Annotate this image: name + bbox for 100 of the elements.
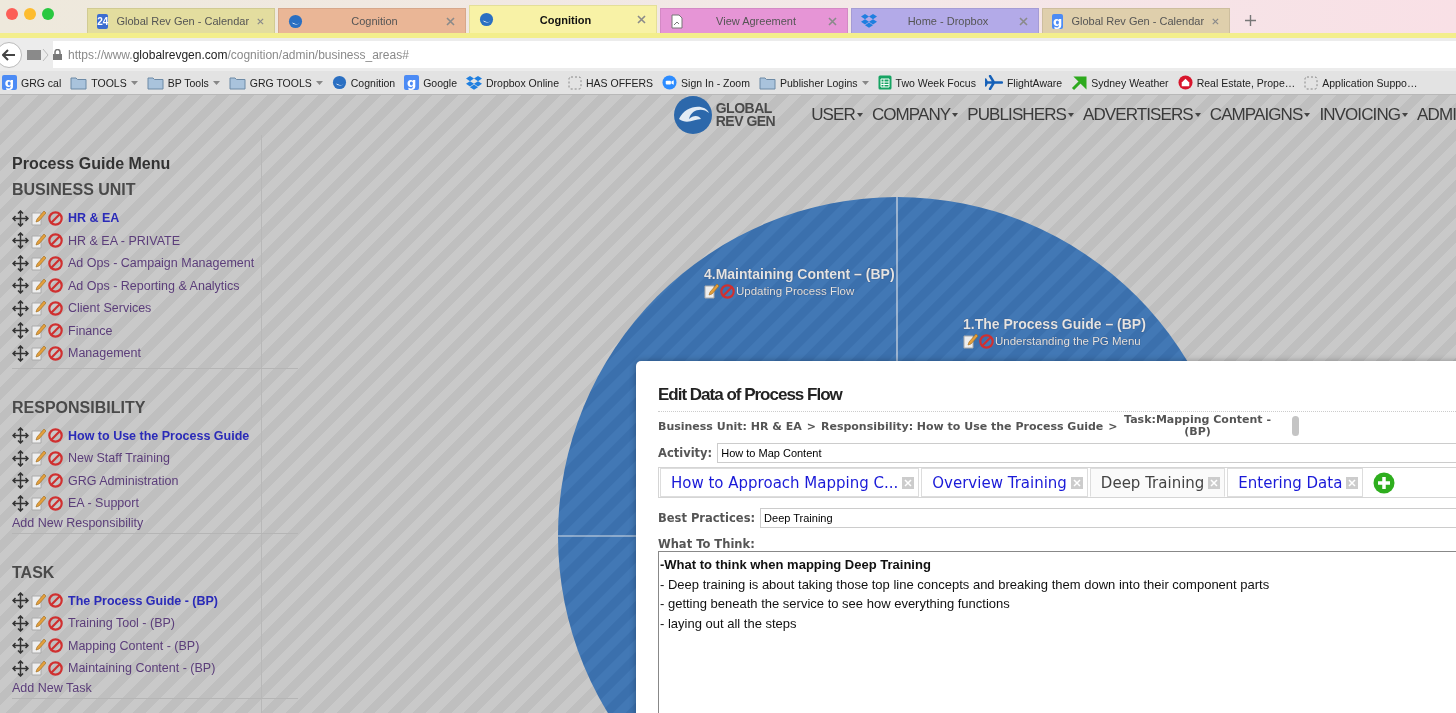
bookmark[interactable]: TOOLS (70, 75, 138, 90)
stage-item[interactable]: Understanding the PG Menu (995, 335, 1141, 347)
bookmark[interactable]: Dropbox Online (466, 75, 559, 90)
nav-menu[interactable]: PUBLISHERS (967, 105, 1074, 125)
browser-tab[interactable]: Cognition (469, 5, 657, 33)
back-button[interactable] (0, 41, 22, 68)
bookmark[interactable]: Publisher Logins (758, 75, 869, 90)
nav-menu[interactable]: CAMPAIGNS (1209, 105, 1311, 125)
bookmark[interactable]: BP Tools (146, 75, 220, 90)
delete-icon[interactable] (48, 300, 63, 316)
close-icon[interactable] (902, 476, 915, 489)
delete-icon[interactable] (48, 593, 63, 609)
close-icon[interactable] (828, 16, 837, 26)
delete-icon[interactable] (48, 428, 63, 444)
move-icon[interactable] (12, 232, 29, 250)
bookmark[interactable]: FlightAware (984, 75, 1063, 90)
menu-item[interactable]: HR & EA - PRIVATE (68, 233, 181, 248)
delete-icon[interactable] (48, 615, 63, 631)
delete-icon[interactable] (48, 323, 63, 339)
menu-item[interactable]: EA - Support (68, 496, 139, 511)
bookmark[interactable]: Sydney Weather (1071, 74, 1169, 91)
content-tab[interactable]: How to Approach Mapping C... (660, 468, 920, 497)
nav-menu[interactable]: INVOICING (1319, 105, 1409, 125)
bookmark[interactable]: HAS OFFERS (568, 75, 654, 90)
content-tab[interactable]: Entering Data (1227, 468, 1364, 497)
bookmark[interactable]: Two Week Focus (877, 75, 976, 90)
move-icon[interactable] (12, 209, 29, 227)
menu-item[interactable]: HR & EA (68, 211, 120, 226)
browser-tab[interactable]: View Agreement (660, 8, 848, 33)
close-icon[interactable] (1208, 476, 1221, 489)
content-tab[interactable]: Overview Training (921, 468, 1088, 497)
bookmark[interactable]: Sign In - Zoom (662, 75, 750, 90)
move-icon[interactable] (12, 299, 29, 317)
delete-icon[interactable] (48, 450, 63, 466)
delete-icon[interactable] (48, 638, 63, 654)
menu-item[interactable]: How to Use the Process Guide (68, 428, 250, 443)
menu-item[interactable]: New Staff Training (68, 451, 170, 466)
stage-item[interactable]: Updating Process Flow (736, 285, 855, 297)
move-icon[interactable] (12, 427, 29, 445)
close-icon[interactable] (1346, 476, 1359, 489)
menu-item[interactable]: Ad Ops - Reporting & Analytics (68, 278, 240, 293)
menu-item[interactable]: Management (68, 346, 141, 361)
delete-icon[interactable] (48, 660, 63, 676)
zoom-window-button[interactable] (42, 8, 54, 20)
close-icon[interactable] (1212, 16, 1219, 26)
move-icon[interactable] (12, 344, 29, 362)
text-editor[interactable]: -What to think when mapping Deep Training - Deep training is about taking those top line concepts and breaking them down into their component parts - getting beneath the service to see how everything functions - laying out all the steps (658, 551, 1456, 713)
menu-item[interactable]: Mapping Content - (BP) (68, 638, 200, 653)
close-icon[interactable] (1019, 16, 1028, 26)
bookmark[interactable]: GRG TOOLS (228, 75, 323, 90)
sidebar-toggle-icon[interactable] (27, 47, 49, 62)
pencil-icon[interactable] (704, 283, 719, 299)
content-tab[interactable]: Deep Training (1089, 468, 1226, 497)
bookmark[interactable]: Real Estate, Prope… (1177, 75, 1296, 90)
menu-item[interactable]: Finance (68, 323, 113, 338)
move-icon[interactable] (12, 659, 29, 677)
delete-icon[interactable] (48, 495, 63, 511)
delete-icon[interactable] (48, 210, 63, 226)
delete-icon[interactable] (48, 345, 63, 361)
delete-icon[interactable] (48, 473, 63, 489)
browser-tab[interactable]: g Global Rev Gen - Calendar (1042, 8, 1230, 33)
move-icon[interactable] (12, 637, 29, 655)
move-icon[interactable] (12, 254, 29, 272)
delete-icon[interactable] (48, 233, 63, 249)
delete-icon[interactable] (48, 278, 63, 294)
menu-item[interactable]: GRG Administration (68, 473, 179, 488)
close-icon[interactable] (446, 16, 455, 26)
bookmark[interactable]: Cognition (331, 75, 396, 90)
browser-tab[interactable]: Cognition (278, 8, 466, 33)
best-practices-field[interactable]: Deep Training (760, 508, 1456, 528)
move-icon[interactable] (12, 472, 29, 490)
close-icon[interactable] (637, 15, 646, 24)
nav-menu[interactable]: COMPANY (871, 105, 959, 125)
close-icon[interactable] (257, 16, 264, 26)
menu-item[interactable]: The Process Guide - (BP) (68, 593, 219, 608)
bookmark[interactable]: g Google (404, 75, 457, 90)
activity-field[interactable]: How to Map Content (717, 443, 1456, 463)
add-link[interactable]: Add New Task (12, 680, 298, 695)
menu-item[interactable]: Maintaining Content - (BP) (68, 661, 216, 676)
add-link[interactable]: Add New Responsibility (12, 515, 298, 530)
new-tab-icon[interactable] (1245, 15, 1256, 26)
move-icon[interactable] (12, 322, 29, 340)
bookmark[interactable]: g GRG cal (2, 75, 62, 90)
move-icon[interactable] (12, 494, 29, 512)
menu-item[interactable]: Client Services (68, 301, 152, 316)
move-icon[interactable] (12, 277, 29, 295)
move-icon[interactable] (12, 592, 29, 610)
bookmark[interactable]: Application Suppo… (1304, 75, 1418, 90)
close-icon[interactable] (1070, 476, 1083, 489)
scrollbar-thumb[interactable] (1291, 416, 1299, 436)
move-icon[interactable] (12, 449, 29, 467)
nav-menu[interactable]: ADMI (1417, 105, 1456, 125)
address-bar[interactable]: https://www.globalrevgen.com/cognition/admin/business_areas# (53, 41, 1456, 68)
nav-menu[interactable]: USER (811, 105, 863, 125)
pencil-icon[interactable] (963, 333, 978, 349)
browser-tab[interactable]: Home - Dropbox (851, 8, 1039, 33)
nav-menu[interactable]: ADVERTISERS (1083, 105, 1201, 125)
menu-item[interactable]: Training Tool - (BP) (68, 616, 175, 631)
move-icon[interactable] (12, 614, 29, 632)
close-window-button[interactable] (6, 8, 18, 20)
